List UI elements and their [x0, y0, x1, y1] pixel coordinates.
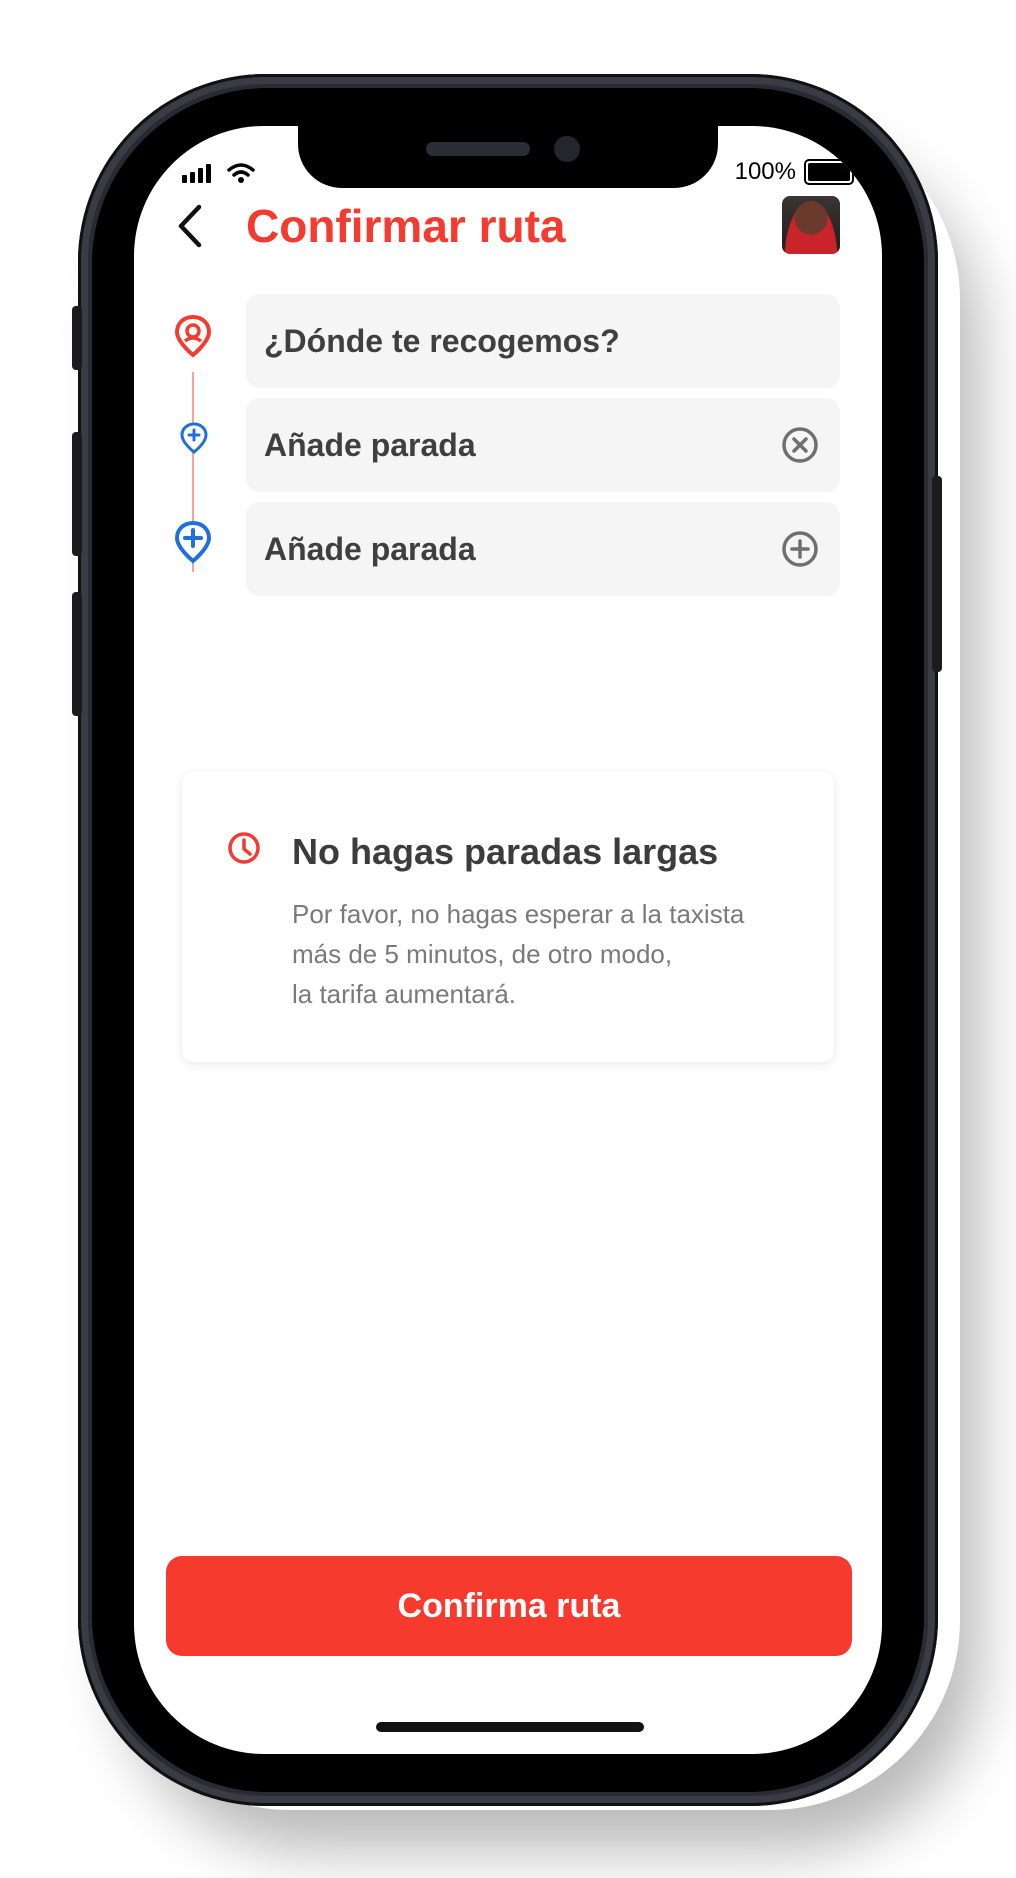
page-title: Confirmar ruta	[246, 200, 566, 252]
stop-field-2[interactable]: Añade parada	[246, 502, 840, 596]
user-avatar[interactable]	[782, 196, 840, 254]
remove-stop-button[interactable]	[778, 423, 822, 467]
add-circle-icon	[782, 531, 818, 567]
battery-icon	[804, 159, 858, 185]
confirm-route-button[interactable]: Confirma ruta	[166, 1556, 852, 1656]
device-notch	[298, 126, 718, 188]
stop-field-1[interactable]: Añade parada	[246, 398, 840, 492]
notice-body: Por favor, no hagas esperar a la taxista…	[292, 894, 812, 1014]
remove-circle-icon	[782, 427, 818, 463]
back-button[interactable]	[170, 198, 210, 254]
home-indicator[interactable]	[376, 1722, 644, 1732]
app-screen: 100% Confirmar ruta ¿Dónde te recogemos?…	[134, 126, 882, 1754]
pickup-pin-icon	[174, 314, 212, 363]
volume-down-button	[72, 592, 82, 716]
speaker-grille	[426, 142, 530, 156]
wifi-icon	[227, 163, 255, 183]
chevron-left-icon	[178, 204, 202, 248]
cellular-signal-icon	[182, 163, 211, 183]
stop-field-1-text: Añade parada	[264, 426, 476, 463]
stop-add-pin-icon	[174, 520, 212, 569]
long-stops-notice-card: No hagas paradas largas Por favor, no ha…	[182, 772, 834, 1062]
notice-body-line: más de 5 minutos, de otro modo,	[292, 939, 673, 969]
status-bar-left	[182, 162, 255, 184]
notice-body-line: la tarifa aumentará.	[292, 979, 517, 1009]
add-stop-button[interactable]	[778, 527, 822, 571]
pickup-location-text: ¿Dónde te recogemos?	[264, 322, 620, 359]
notice-title: No hagas paradas largas	[292, 831, 719, 872]
front-camera	[554, 136, 580, 162]
pickup-location-field[interactable]: ¿Dónde te recogemos?	[246, 294, 840, 388]
stop-field-2-text: Añade parada	[264, 530, 476, 567]
stop-add-pin-small-icon	[180, 422, 208, 459]
status-bar-right: 100%	[734, 158, 858, 186]
notice-body-line: Por favor, no hagas esperar a la taxista	[292, 899, 745, 929]
clock-icon	[226, 830, 262, 871]
battery-percentage: 100%	[734, 158, 796, 185]
device-mockup: 100% Confirmar ruta ¿Dónde te recogemos?…	[0, 0, 1016, 1878]
power-button	[932, 476, 942, 672]
silent-switch	[72, 306, 82, 370]
volume-up-button	[72, 432, 82, 556]
